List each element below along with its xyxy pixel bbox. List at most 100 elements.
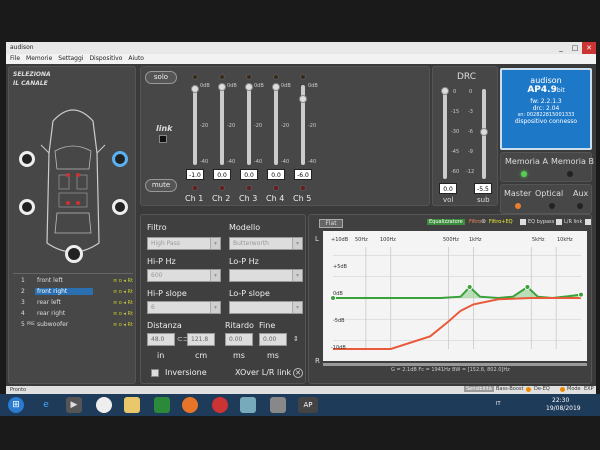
fader-knob-2[interactable]	[218, 83, 226, 91]
bass-boost-label[interactable]: Bass-Boost	[496, 386, 523, 392]
start-button-icon[interactable]: ⊞	[8, 397, 24, 413]
clock-time[interactable]: 22:30	[552, 397, 569, 404]
de-eq-label[interactable]: De-EQ	[534, 386, 550, 392]
fader-value-3[interactable]: 0.0	[240, 169, 258, 180]
eq-graph[interactable]: +10dB +5dB 0dB -5dB -10dB 50Hz 100Hz 500…	[323, 231, 587, 361]
lr-link-checkbox[interactable]	[556, 219, 562, 225]
mute-led-4[interactable]	[273, 185, 279, 191]
solo-led-3[interactable]	[246, 74, 252, 80]
filtro-eq-radio-icon[interactable]: ⊛	[481, 218, 486, 225]
hip-slope-select[interactable]: 6 ▾	[147, 301, 221, 314]
menu-memorie[interactable]: Memorie	[26, 55, 52, 63]
drc-sub-fader[interactable]	[480, 89, 488, 179]
fader-track-1[interactable]	[191, 85, 199, 165]
eq-bypass-checkbox[interactable]	[520, 219, 526, 225]
menu-settaggi[interactable]: Settaggi	[58, 55, 83, 63]
fader-knob-5[interactable]	[299, 95, 307, 103]
lop-hz-select[interactable]: ▾	[229, 269, 303, 282]
link-checkbox[interactable]	[159, 135, 167, 143]
speaker-front-right-icon[interactable]	[112, 151, 128, 167]
solo-led-4[interactable]	[273, 74, 279, 80]
chrome-icon[interactable]	[96, 397, 112, 413]
mute-led-5[interactable]	[300, 185, 306, 191]
source-optical-led[interactable]	[549, 203, 555, 209]
menu-dispositivo[interactable]: Dispositivo	[89, 55, 122, 63]
source-master-led[interactable]	[515, 203, 521, 209]
fader-value-1[interactable]: -1.0	[186, 169, 204, 180]
fine-spin-icon[interactable]: ⇕	[293, 335, 299, 343]
solo-led-2[interactable]	[219, 74, 225, 80]
fader-track-4[interactable]	[272, 83, 280, 165]
fader-knob-1[interactable]	[191, 85, 199, 94]
audison-taskbar-button[interactable]: AP	[298, 397, 318, 413]
extra-checkbox[interactable]	[585, 219, 591, 225]
lop-slope-select[interactable]: ▾	[229, 301, 303, 314]
equalizzatore-tab[interactable]: Equalizzatore	[427, 219, 465, 225]
fine-input[interactable]: 0.00	[259, 333, 287, 346]
mute-led-2[interactable]	[219, 185, 225, 191]
mode-label[interactable]: Mode	[567, 386, 581, 392]
speaker-front-left-icon[interactable]	[19, 151, 35, 167]
mute-button[interactable]: mute	[145, 179, 177, 192]
flat-button[interactable]: Flat	[319, 219, 343, 228]
clock-date[interactable]: 19/08/2019	[546, 405, 581, 412]
inversione-checkbox[interactable]	[151, 369, 159, 377]
app-icon-red[interactable]	[212, 397, 228, 413]
status-bar: Pronto Sensibilità Bass-Boost De-EQ Mode…	[6, 386, 596, 394]
close-button[interactable]: ✕	[582, 42, 596, 54]
fader-knob-4[interactable]	[272, 83, 280, 91]
app-icon-grey[interactable]	[270, 397, 286, 413]
channel-row-1[interactable]: 1 front left ≡ o ◂ Rt	[19, 276, 133, 287]
distanza-in-input[interactable]: 48.0	[147, 333, 175, 346]
hip-hz-select[interactable]: 600 ▾	[147, 269, 221, 282]
maximize-button[interactable]: □	[568, 42, 582, 54]
fader-knob-3[interactable]	[245, 83, 253, 91]
fader-track-2[interactable]	[218, 83, 226, 165]
menu-aiuto[interactable]: Aiuto	[128, 55, 144, 63]
ie-icon[interactable]: e	[38, 397, 54, 413]
drc-vol-knob[interactable]	[441, 87, 449, 95]
sensibility-button[interactable]: Sensibilità	[464, 386, 494, 392]
memory-b-led[interactable]	[567, 171, 573, 177]
fader-value-4[interactable]: 0.0	[267, 169, 285, 180]
fader-track-5[interactable]	[299, 85, 307, 165]
solo-led-1[interactable]	[192, 74, 198, 80]
speaker-rear-left-icon[interactable]	[19, 199, 35, 215]
language-indicator[interactable]: IT	[496, 401, 501, 407]
solo-button[interactable]: solo	[145, 71, 177, 84]
menu-file[interactable]: File	[10, 55, 20, 63]
fader-value-2[interactable]: 0.0	[213, 169, 231, 180]
app-icon-blue[interactable]	[240, 397, 256, 413]
drc-sub-value[interactable]: -5.5	[474, 183, 492, 194]
excel-icon[interactable]	[154, 397, 170, 413]
channel-row-5[interactable]: 5 PRE subwoofer ≡ o ◂ Rt	[19, 320, 133, 331]
media-icon[interactable]: ▶	[66, 397, 82, 413]
memory-a-led[interactable]	[521, 171, 527, 177]
drc-vol-fader[interactable]	[441, 87, 449, 179]
filtro-eq-tab[interactable]: Filtro+EQ	[489, 219, 513, 225]
source-aux-led[interactable]	[577, 203, 583, 209]
eq-scrollbar[interactable]	[323, 363, 587, 366]
exp-label[interactable]: EXP	[584, 386, 594, 392]
channel-row-4[interactable]: 4 rear right ≡ o ◂ Rt	[19, 309, 133, 320]
folder-icon[interactable]	[124, 397, 140, 413]
modello-select[interactable]: Butterworth ▾	[229, 237, 303, 250]
ritardo-input[interactable]: 0.00	[225, 333, 253, 346]
drc-sub-knob[interactable]	[480, 128, 488, 137]
filtro-tab[interactable]: Filtro	[469, 219, 481, 225]
firefox-icon[interactable]	[182, 397, 198, 413]
channel-row-3[interactable]: 3 rear left ≡ o ◂ Rt	[19, 298, 133, 309]
mute-led-3[interactable]	[246, 185, 252, 191]
xover-link-checkbox[interactable]: ✕	[293, 368, 303, 378]
fader-value-5[interactable]: -6.0	[294, 169, 312, 180]
distanza-cm-input[interactable]: 121.8	[187, 333, 215, 346]
drc-vol-value[interactable]: 0.0	[439, 183, 457, 194]
mute-led-1[interactable]	[192, 185, 198, 191]
fader-track-3[interactable]	[245, 83, 253, 165]
minimize-button[interactable]: _	[554, 42, 568, 54]
speaker-subwoofer-icon[interactable]	[65, 245, 83, 263]
speaker-rear-right-icon[interactable]	[112, 199, 128, 215]
solo-led-5[interactable]	[300, 74, 306, 80]
channel-row-2[interactable]: 2 front right ≡ o ◂ Rt	[19, 287, 133, 298]
filtro-select[interactable]: High Pass ▾	[147, 237, 221, 250]
